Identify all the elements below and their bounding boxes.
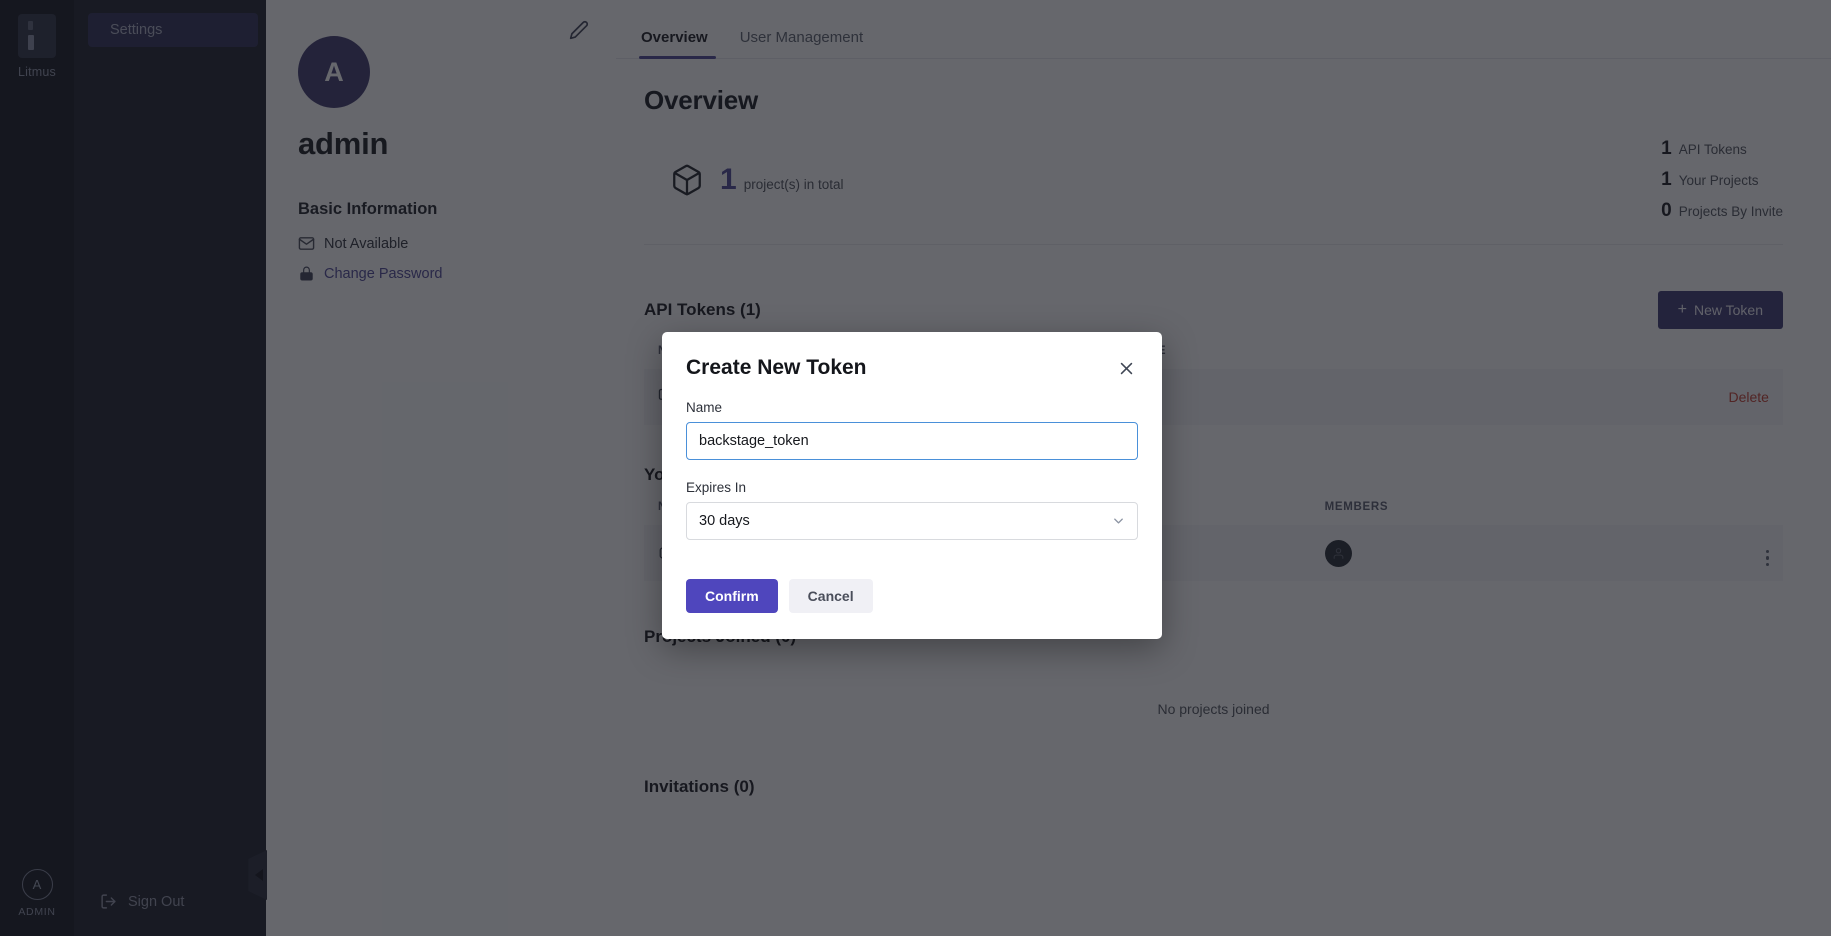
modal-header: Create New Token (686, 356, 1138, 380)
modal-actions: Confirm Cancel (686, 579, 1138, 613)
modal-title: Create New Token (686, 356, 867, 379)
token-name-input[interactable] (686, 422, 1138, 460)
app-root: Litmus A ADMIN Settings Sign Out A admin… (0, 0, 1831, 936)
expires-selected-value: 30 days (699, 513, 750, 529)
name-field-label: Name (686, 400, 723, 415)
close-button[interactable] (1114, 356, 1138, 380)
create-token-modal: Create New Token Name Expires In 30 days… (662, 332, 1162, 639)
expires-field-label: Expires In (686, 480, 747, 495)
expires-select-wrap: 30 days (686, 502, 1138, 540)
expires-select[interactable]: 30 days (686, 502, 1138, 540)
cancel-button[interactable]: Cancel (788, 579, 873, 613)
close-icon (1120, 362, 1132, 374)
confirm-button[interactable]: Confirm (686, 579, 778, 613)
